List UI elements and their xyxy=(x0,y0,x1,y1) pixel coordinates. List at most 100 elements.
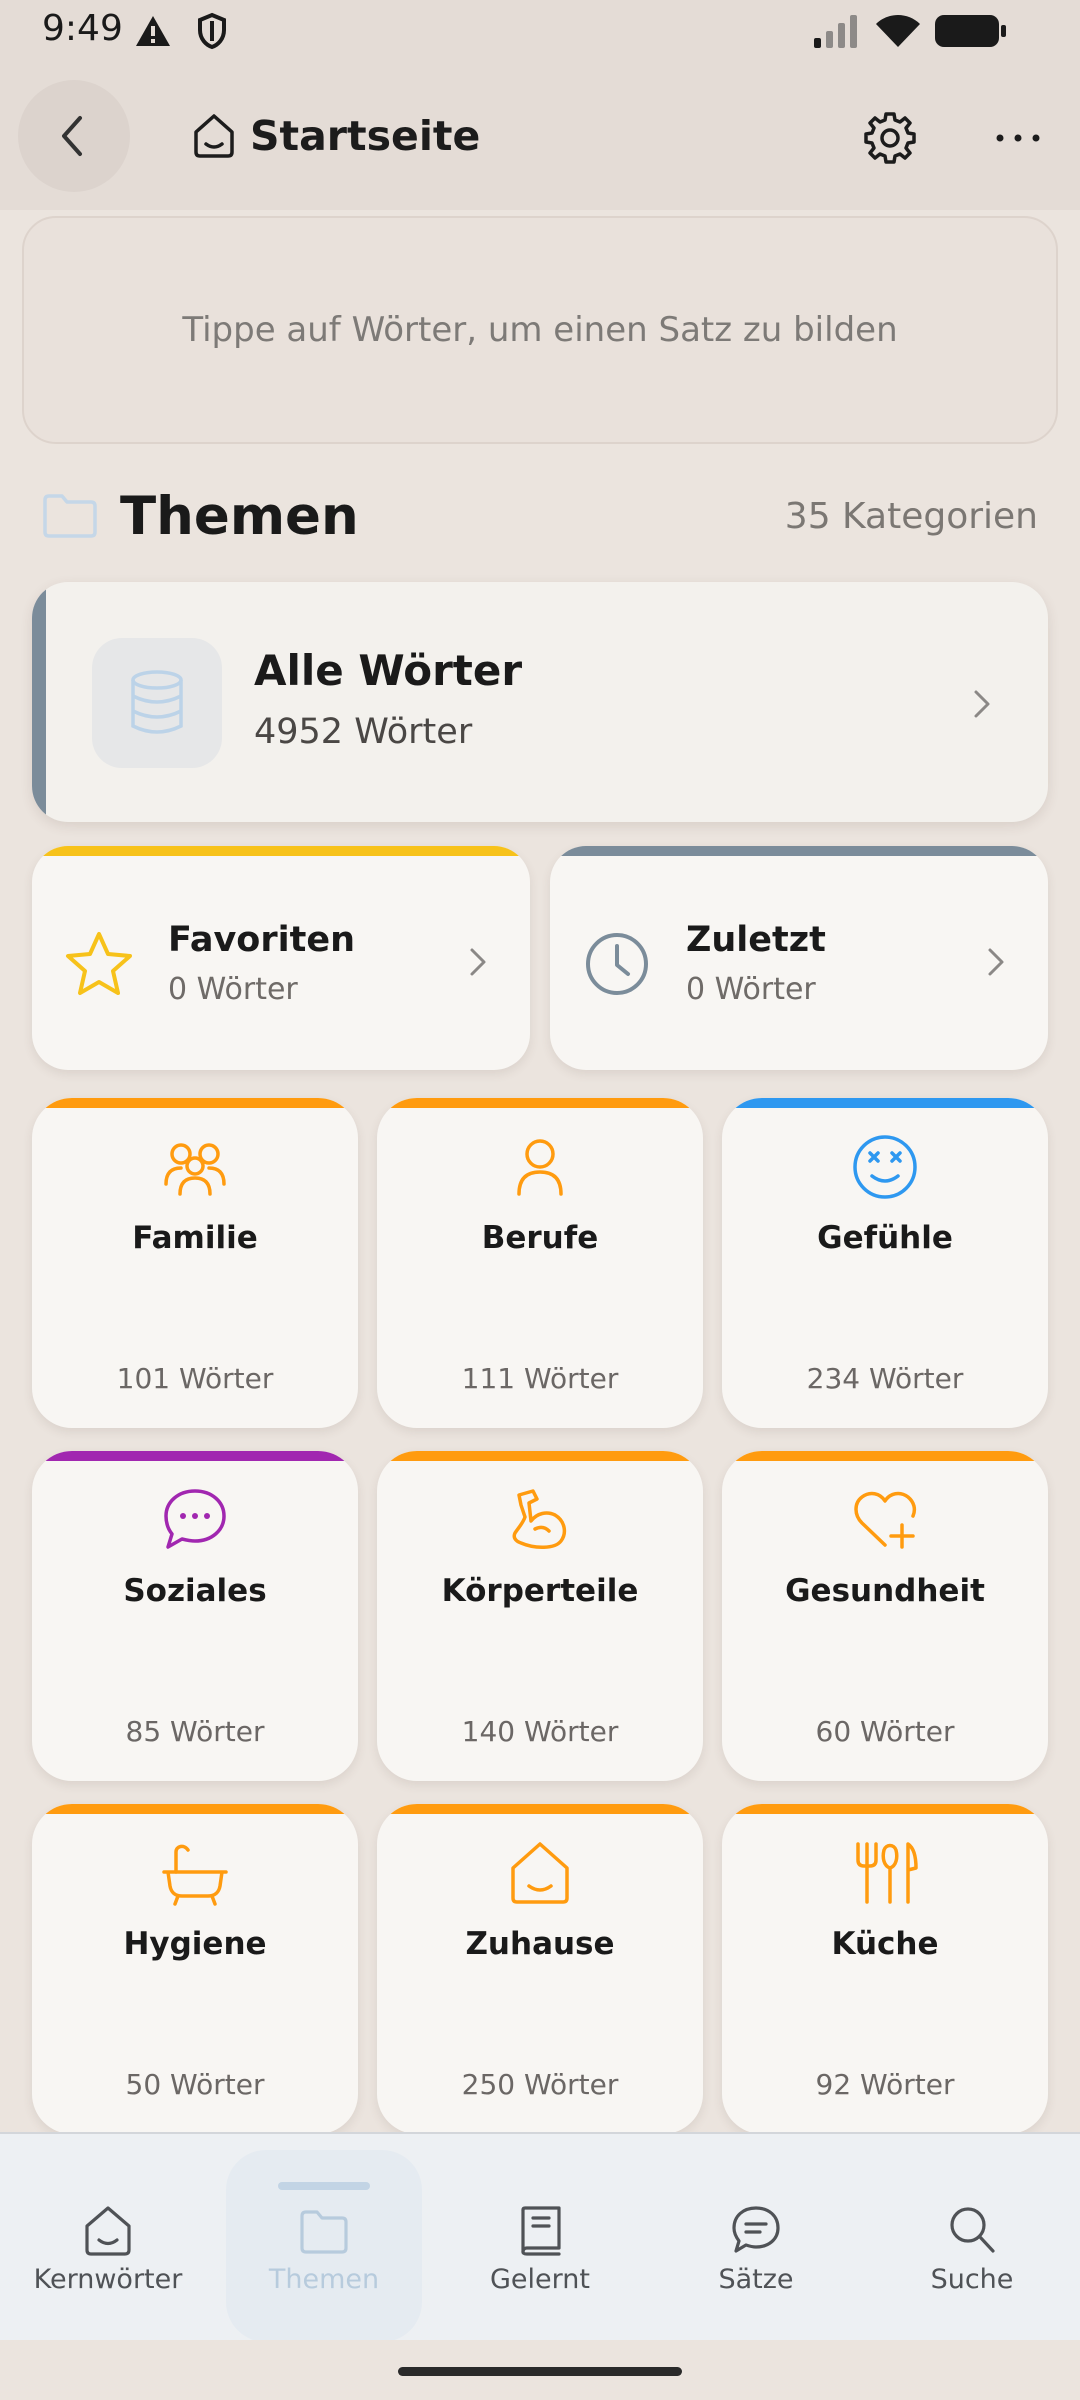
section-title: Themen xyxy=(120,486,359,547)
category-tile-soziales[interactable]: Soziales 85 Wörter xyxy=(32,1451,358,1781)
category-tile-gesundheit[interactable]: Gesundheit 60 Wörter xyxy=(722,1451,1048,1781)
status-time: 9:49 xyxy=(42,8,123,49)
page-title: Startseite xyxy=(250,112,481,160)
tile-accent-bar xyxy=(722,1098,1048,1108)
home-icon xyxy=(85,2206,131,2256)
status-bar: 9:49 xyxy=(0,0,1080,64)
tile-accent-bar xyxy=(377,1451,703,1461)
emoji-face-icon xyxy=(853,1135,917,1199)
tile-label: Küche xyxy=(831,1926,939,1962)
alert-icon xyxy=(134,14,172,52)
nav-label: Sätze xyxy=(718,2264,794,2295)
tile-accent-bar xyxy=(32,1451,358,1461)
family-icon xyxy=(164,1143,226,1196)
book-icon xyxy=(521,2206,561,2256)
chevron-right-icon xyxy=(974,690,990,718)
tile-accent-bar xyxy=(722,1451,1048,1461)
card-accent xyxy=(32,582,46,822)
all-words-card[interactable]: Alle Wörter 4952 Wörter xyxy=(32,582,1048,822)
nav-label: Gelernt xyxy=(490,2264,590,2295)
card-accent-bar xyxy=(550,846,1048,856)
category-tile-zuhause[interactable]: Zuhause 250 Wörter xyxy=(377,1804,703,2134)
card-count: 0 Wörter xyxy=(686,972,816,1007)
tile-label: Körperteile xyxy=(441,1573,639,1609)
back-button[interactable] xyxy=(18,80,130,192)
folder-icon xyxy=(43,494,97,538)
nav-item-suche[interactable]: Suche xyxy=(864,2134,1080,2342)
tile-accent-bar xyxy=(32,1098,358,1108)
all-words-title: Alle Wörter xyxy=(254,646,523,695)
tile-label: Gesundheit xyxy=(785,1573,985,1609)
nav-label: Kernwörter xyxy=(33,2264,183,2295)
house-icon xyxy=(511,1842,569,1904)
tile-label: Familie xyxy=(132,1220,258,1256)
more-dots-icon xyxy=(996,134,1040,142)
back-arrow-icon xyxy=(62,116,82,156)
heart-plus-icon xyxy=(854,1491,917,1549)
tile-label: Zuhause xyxy=(465,1926,615,1962)
nav-item-kernwoerter[interactable]: Kernwörter xyxy=(0,2134,216,2342)
chat-icon xyxy=(732,2206,780,2253)
chevron-right-icon xyxy=(470,948,486,976)
all-words-count: 4952 Wörter xyxy=(254,712,473,752)
search-icon xyxy=(950,2207,995,2253)
database-icon-box xyxy=(92,638,222,768)
category-tile-hygiene[interactable]: Hygiene 50 Wörter xyxy=(32,1804,358,2134)
category-tile-familie[interactable]: Familie 101 Wörter xyxy=(32,1098,358,1428)
utensils-icon xyxy=(856,1842,918,1904)
nav-item-gelernt[interactable]: Gelernt xyxy=(432,2134,648,2342)
card-count: 0 Wörter xyxy=(168,972,298,1007)
tile-count: 234 Wörter xyxy=(806,1362,964,1395)
category-tile-gefuehle[interactable]: Gefühle 234 Wörter xyxy=(722,1098,1048,1428)
category-tile-berufe[interactable]: Berufe 111 Wörter xyxy=(377,1098,703,1428)
nav-label: Suche xyxy=(930,2264,1014,2295)
tile-count: 250 Wörter xyxy=(461,2068,619,2101)
tile-label: Gefühle xyxy=(817,1220,953,1256)
sentence-builder-box[interactable]: Tippe auf Wörter, um einen Satz zu bilde… xyxy=(22,216,1058,444)
tile-count: 50 Wörter xyxy=(125,2068,265,2101)
home-icon xyxy=(194,114,234,158)
shield-icon xyxy=(196,12,228,54)
category-tile-koerperteile[interactable]: Körperteile 140 Wörter xyxy=(377,1451,703,1781)
signal-icon xyxy=(812,14,862,52)
tile-accent-bar xyxy=(722,1804,1048,1814)
tile-label: Soziales xyxy=(123,1573,267,1609)
bathtub-icon xyxy=(162,1844,228,1906)
app-title-group: Startseite xyxy=(192,108,480,164)
more-options-button[interactable] xyxy=(990,110,1046,166)
person-icon xyxy=(517,1139,563,1196)
tile-count: 85 Wörter xyxy=(125,1715,265,1748)
category-tile-kueche[interactable]: Küche 92 Wörter xyxy=(722,1804,1048,2134)
app-bar: Startseite xyxy=(0,64,1080,210)
tile-count: 60 Wörter xyxy=(815,1715,955,1748)
tile-count: 92 Wörter xyxy=(815,2068,955,2101)
tile-label: Hygiene xyxy=(123,1926,267,1962)
clock-icon xyxy=(586,933,648,995)
recent-card[interactable]: Zuletzt 0 Wörter xyxy=(550,846,1048,1070)
tile-accent-bar xyxy=(377,1804,703,1814)
settings-button[interactable] xyxy=(862,110,918,166)
card-label: Zuletzt xyxy=(686,920,826,960)
category-count: 35 Kategorien xyxy=(784,496,1038,537)
nav-item-themen[interactable]: Themen xyxy=(216,2134,432,2342)
chevron-right-icon xyxy=(988,948,1004,976)
wifi-icon xyxy=(874,12,922,52)
tile-label: Berufe xyxy=(481,1220,599,1256)
tile-count: 140 Wörter xyxy=(461,1715,619,1748)
chat-bubble-icon xyxy=(164,1489,226,1549)
database-icon xyxy=(131,670,183,734)
card-label: Favoriten xyxy=(168,920,355,960)
battery-icon xyxy=(934,14,1008,52)
bottom-navigation: Kernwörter Themen Gelernt Sätze Suche xyxy=(0,2132,1080,2342)
tile-count: 111 Wörter xyxy=(461,1362,619,1395)
star-icon xyxy=(66,932,132,995)
nav-item-saetze[interactable]: Sätze xyxy=(648,2134,864,2342)
favorites-card[interactable]: Favoriten 0 Wörter xyxy=(32,846,530,1070)
nav-label: Themen xyxy=(268,2264,380,2295)
tile-accent-bar xyxy=(377,1098,703,1108)
home-indicator[interactable] xyxy=(398,2367,682,2376)
tile-count: 101 Wörter xyxy=(116,1362,274,1395)
card-accent-bar xyxy=(32,846,530,856)
active-indicator xyxy=(278,2182,370,2190)
tile-accent-bar xyxy=(32,1804,358,1814)
